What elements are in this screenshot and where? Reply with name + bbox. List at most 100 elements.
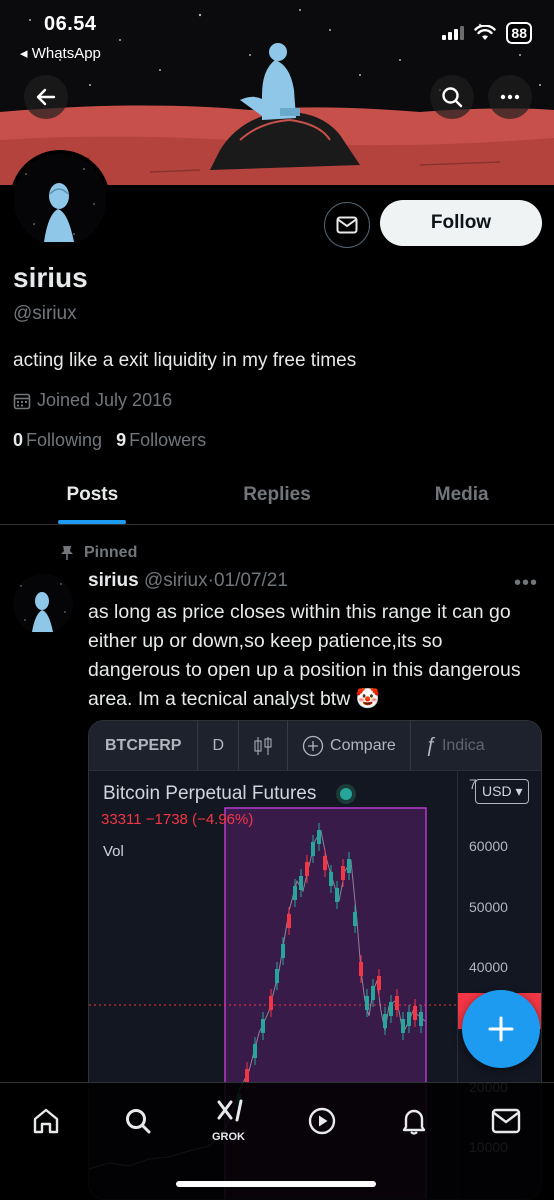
nav-messages[interactable] (486, 1101, 526, 1141)
search-button[interactable] (430, 75, 474, 119)
post-date[interactable]: 01/07/21 (214, 570, 288, 591)
nav-search[interactable] (118, 1101, 158, 1141)
candle-body (341, 866, 345, 880)
wifi-icon (474, 25, 497, 40)
candle-body (305, 862, 309, 876)
more-icon (500, 94, 520, 100)
candle-body (353, 912, 357, 926)
post-avatar-image (13, 574, 73, 634)
candle-body (323, 856, 327, 870)
candle-body (287, 914, 291, 928)
profile-avatar[interactable] (10, 150, 110, 250)
mail-icon (491, 1108, 521, 1134)
back-button[interactable] (24, 75, 68, 119)
post-text: as long as price closes within this rang… (88, 601, 521, 710)
arrow-left-icon (36, 88, 56, 106)
status-time: 06.54 (44, 13, 97, 35)
follow-button[interactable]: Follow (380, 200, 542, 246)
battery-indicator: 88 (506, 22, 532, 44)
post-author-handle[interactable]: @siriux (144, 570, 208, 591)
nav-notifications[interactable] (394, 1101, 434, 1141)
candle-body (383, 1014, 387, 1028)
candle-body (253, 1044, 257, 1058)
pin-icon (61, 546, 73, 560)
chart-interval: D (198, 721, 240, 770)
candle-body (281, 944, 285, 958)
video-icon (308, 1107, 336, 1135)
tab-posts[interactable]: Posts (0, 465, 185, 524)
candle-body (261, 1019, 265, 1033)
candle-body (359, 962, 363, 976)
candle-body (377, 976, 381, 990)
candle-body (311, 842, 315, 856)
candle-body (269, 996, 273, 1010)
candle-body (401, 1019, 405, 1033)
tab-replies[interactable]: Replies (185, 465, 370, 524)
nav-home[interactable] (26, 1101, 66, 1141)
grok-icon (217, 1099, 243, 1122)
currency-selector: USD ▾ (475, 779, 530, 804)
candle-body (365, 996, 369, 1010)
mail-icon (336, 216, 358, 234)
avatar-image (14, 154, 106, 246)
fx-icon: ƒ (424, 734, 436, 756)
message-button[interactable] (324, 202, 370, 248)
chart-indicators: ƒ Indica (424, 734, 485, 756)
candle-body (275, 969, 279, 983)
profile-tabs: Posts Replies Media (0, 465, 554, 525)
pinned-label: Pinned (84, 544, 138, 561)
market-status-icon (336, 784, 357, 804)
chart-vol-label: Vol (103, 843, 124, 860)
following-link[interactable]: 0 Following (13, 430, 102, 451)
profile-name: sirius (13, 262, 88, 293)
chart-toolbar: BTCPERP D Compare ƒ Indica (89, 721, 541, 771)
candle-body (407, 1012, 411, 1026)
candle-body (335, 888, 339, 902)
post-more-icon[interactable]: ••• (514, 572, 538, 595)
home-indicator (176, 1181, 376, 1187)
search-icon (442, 87, 463, 108)
plus-icon (488, 1016, 514, 1042)
post-author-avatar[interactable] (13, 574, 73, 634)
bell-icon (402, 1109, 426, 1135)
grok-label: GROK (212, 1131, 245, 1143)
axis-label: 40000 (469, 959, 508, 975)
candle-body (245, 1069, 249, 1083)
follow-stats: 0 Following 9 Followers (13, 430, 206, 451)
search-icon (126, 1109, 151, 1134)
axis-label: 7 (469, 776, 477, 792)
nav-grok[interactable] (210, 1095, 250, 1135)
candle-body (395, 996, 399, 1010)
post-header: sirius @siriux·01/07/21 (88, 570, 288, 592)
nav-video[interactable] (302, 1101, 342, 1141)
chart-symbol: BTCPERP (89, 721, 199, 770)
back-to-app-link[interactable]: ◂ WhatsApp (20, 44, 101, 62)
signal-icon (442, 26, 465, 40)
candle-body (299, 876, 303, 890)
pinned-indicator: Pinned (60, 544, 137, 562)
chart-title: Bitcoin Perpetual Futures (103, 783, 357, 805)
tab-media[interactable]: Media (369, 465, 554, 524)
candle-body (317, 830, 321, 844)
calendar-icon (13, 393, 31, 409)
home-icon (33, 1108, 59, 1134)
plus-circle-icon (302, 735, 324, 756)
profile-bio: acting like a exit liquidity in my free … (13, 350, 357, 371)
chart-type-icon (239, 721, 289, 770)
profile-handle: @siriux (13, 303, 77, 324)
status-indicators: 88 (442, 22, 532, 44)
candle-body (293, 886, 297, 900)
post-author-name[interactable]: sirius (88, 570, 139, 591)
candle-body (413, 1006, 417, 1020)
followers-link[interactable]: 9 Followers (116, 430, 206, 451)
candle-body (389, 1002, 393, 1016)
axis-label: 50000 (469, 899, 508, 915)
candle-body (347, 859, 351, 873)
status-bar: 06.54 ◂ WhatsApp 88 (0, 0, 554, 70)
axis-label: 60000 (469, 838, 508, 854)
joined-date: Joined July 2016 (13, 390, 172, 411)
candle-body (371, 986, 375, 1000)
compose-button[interactable] (462, 990, 540, 1068)
more-button[interactable] (488, 75, 532, 119)
candle-body (419, 1012, 423, 1026)
